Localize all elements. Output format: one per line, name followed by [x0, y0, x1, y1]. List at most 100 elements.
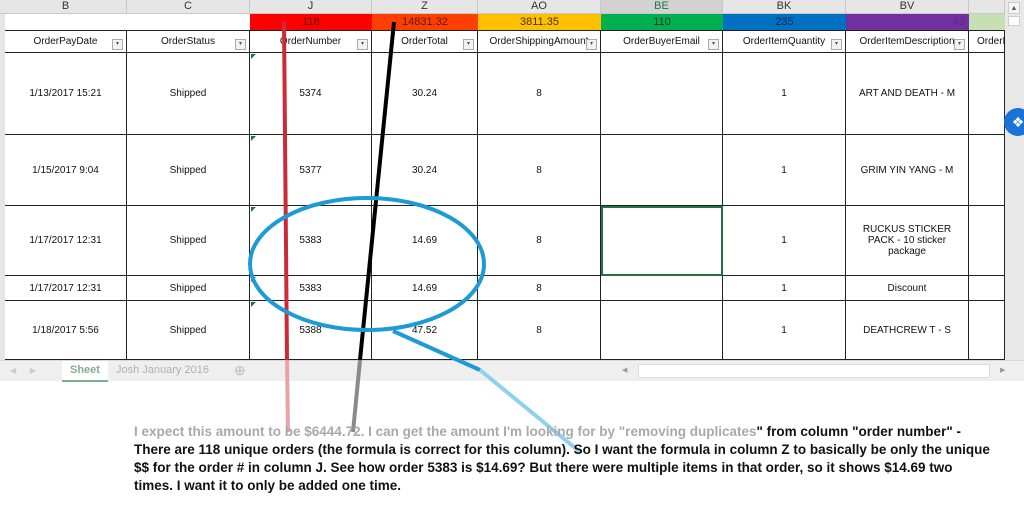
header-cell-b: OrderPayDate ▾: [5, 30, 127, 53]
hscroll-left-button[interactable]: ◀: [614, 361, 635, 380]
cell-be[interactable]: [601, 135, 723, 206]
cell-c[interactable]: Shipped: [127, 135, 250, 206]
summary-cell-bv[interactable]: 43: [846, 14, 969, 30]
cell-ao[interactable]: 8: [478, 301, 601, 360]
cell-c[interactable]: Shipped: [127, 301, 250, 360]
header-cell-be: OrderBuyerEmail ▾: [601, 30, 723, 53]
column-letter-bk[interactable]: BK: [723, 0, 846, 13]
cell-next[interactable]: [969, 276, 1005, 301]
cell-j[interactable]: 5383: [250, 276, 372, 301]
cell-c[interactable]: Shipped: [127, 206, 250, 276]
cell-bv[interactable]: DEATHCREW T - S: [846, 301, 969, 360]
cell-be[interactable]: [601, 53, 723, 135]
cell-be[interactable]: [601, 206, 723, 276]
cell-bv[interactable]: GRIM YIN YANG - M: [846, 135, 969, 206]
cell-ao[interactable]: 8: [478, 135, 601, 206]
error-indicator-icon: [251, 54, 256, 59]
column-letter-be[interactable]: BE: [601, 0, 723, 13]
horizontal-scrollbar[interactable]: [638, 364, 990, 378]
filter-dropdown-icon[interactable]: ▾: [954, 39, 965, 50]
cell-be[interactable]: [601, 276, 723, 301]
cell-b[interactable]: 1/13/2017 15:21: [5, 53, 127, 135]
cell-bk[interactable]: 1: [723, 301, 846, 360]
header-cell-bk: OrderItemQuantity ▾: [723, 30, 846, 53]
cell-bk[interactable]: 1: [723, 53, 846, 135]
sheet-tab-sheet[interactable]: Sheet: [62, 361, 108, 382]
cell-bv[interactable]: Discount: [846, 276, 969, 301]
cell-b[interactable]: 1/17/2017 12:31: [5, 276, 127, 301]
column-letter-next[interactable]: [969, 0, 1005, 13]
cell-bk[interactable]: 1: [723, 135, 846, 206]
dropbox-icon[interactable]: ❖: [1004, 108, 1024, 136]
column-letter-bv[interactable]: BV: [846, 0, 969, 13]
header-label: OrderPayDate: [33, 36, 98, 47]
cell-bk[interactable]: 1: [723, 206, 846, 276]
header-cell-j: OrderNumber ▾: [250, 30, 372, 53]
cell-z[interactable]: 30.24: [372, 53, 478, 135]
cell-b[interactable]: 1/17/2017 12:31: [5, 206, 127, 276]
filter-dropdown-icon[interactable]: ▾: [112, 39, 123, 50]
cell-j[interactable]: 5374: [250, 53, 372, 135]
column-header-bar: B C J Z AO BE BK BV: [0, 0, 1005, 14]
cell-next[interactable]: [969, 206, 1005, 276]
cell-bk[interactable]: 1: [723, 276, 846, 301]
cell-z[interactable]: 47.52: [372, 301, 478, 360]
tab-scroll-left-button[interactable]: ◀: [2, 361, 24, 380]
error-indicator-icon: [251, 136, 256, 141]
cell-j[interactable]: 5388: [250, 301, 372, 360]
cell-j[interactable]: 5383: [250, 206, 372, 276]
cell-z[interactable]: 14.69: [372, 206, 478, 276]
note-gray-text: I expect this amount to be $6444.72. I c…: [134, 424, 757, 439]
summary-cell-next[interactable]: [969, 14, 1005, 30]
column-letter-c[interactable]: C: [127, 0, 250, 13]
header-cell-bv: OrderItemDescription ▾: [846, 30, 969, 53]
cell-ao[interactable]: 8: [478, 206, 601, 276]
summary-cell-z[interactable]: 14831.32: [372, 14, 478, 30]
cell-ao[interactable]: 8: [478, 276, 601, 301]
error-indicator-icon: [251, 277, 256, 282]
hscroll-right-button[interactable]: ▶: [992, 361, 1013, 380]
summary-cell-c[interactable]: [127, 14, 250, 30]
cell-b[interactable]: 1/15/2017 9:04: [5, 135, 127, 206]
cell-be[interactable]: [601, 301, 723, 360]
cell-c[interactable]: Shipped: [127, 276, 250, 301]
filter-dropdown-icon[interactable]: ▾: [708, 39, 719, 50]
cell-b[interactable]: 1/18/2017 5:56: [5, 301, 127, 360]
filter-dropdown-icon[interactable]: ▾: [357, 39, 368, 50]
sheet-tab-josh-january-2016[interactable]: Josh January 2016: [108, 361, 217, 380]
column-letter-ao[interactable]: AO: [478, 0, 601, 13]
filter-dropdown-icon[interactable]: ▾: [586, 39, 597, 50]
header-label: OrderNumber: [279, 36, 342, 47]
cell-next[interactable]: [969, 53, 1005, 135]
vertical-scroll-thumb[interactable]: [1008, 16, 1020, 26]
tab-scroll-right-button[interactable]: ▶: [22, 361, 44, 380]
header-label: OrderItemDescription: [859, 36, 955, 47]
summary-cell-b[interactable]: [5, 14, 127, 30]
spreadsheet: B C J Z AO BE BK BV 118 14831.32 3811.35 11…: [0, 0, 1024, 382]
column-letter-j[interactable]: J: [250, 0, 372, 13]
filter-dropdown-icon[interactable]: ▾: [463, 39, 474, 50]
summary-cell-j[interactable]: 118: [250, 14, 372, 30]
summary-cell-bk[interactable]: 235: [723, 14, 846, 30]
cell-j[interactable]: 5377: [250, 135, 372, 206]
cell-bv[interactable]: RUCKUS STICKER PACK - 10 sticker package: [846, 206, 969, 276]
header-label: OrderShippingAmount: [489, 36, 589, 47]
cell-c[interactable]: Shipped: [127, 53, 250, 135]
header-cell-ao: OrderShippingAmount ▾: [478, 30, 601, 53]
cell-z[interactable]: 30.24: [372, 135, 478, 206]
column-letter-z[interactable]: Z: [372, 0, 478, 13]
filter-dropdown-icon[interactable]: ▾: [831, 39, 842, 50]
cell-next[interactable]: [969, 135, 1005, 206]
add-sheet-button[interactable]: ⊕: [226, 361, 254, 380]
cell-ao[interactable]: 8: [478, 53, 601, 135]
summary-cell-be[interactable]: 110: [601, 14, 723, 30]
filter-dropdown-icon[interactable]: ▾: [235, 39, 246, 50]
cell-bv[interactable]: ART AND DEATH - M: [846, 53, 969, 135]
cell-next[interactable]: [969, 301, 1005, 360]
error-indicator-icon: [251, 207, 256, 212]
column-letter-b[interactable]: B: [5, 0, 127, 13]
cell-z[interactable]: 14.69: [372, 276, 478, 301]
summary-cell-ao[interactable]: 3811.35: [478, 14, 601, 30]
scroll-up-button[interactable]: ▲: [1008, 2, 1020, 14]
vertical-scrollbar[interactable]: ▲ ▼: [1005, 0, 1024, 380]
